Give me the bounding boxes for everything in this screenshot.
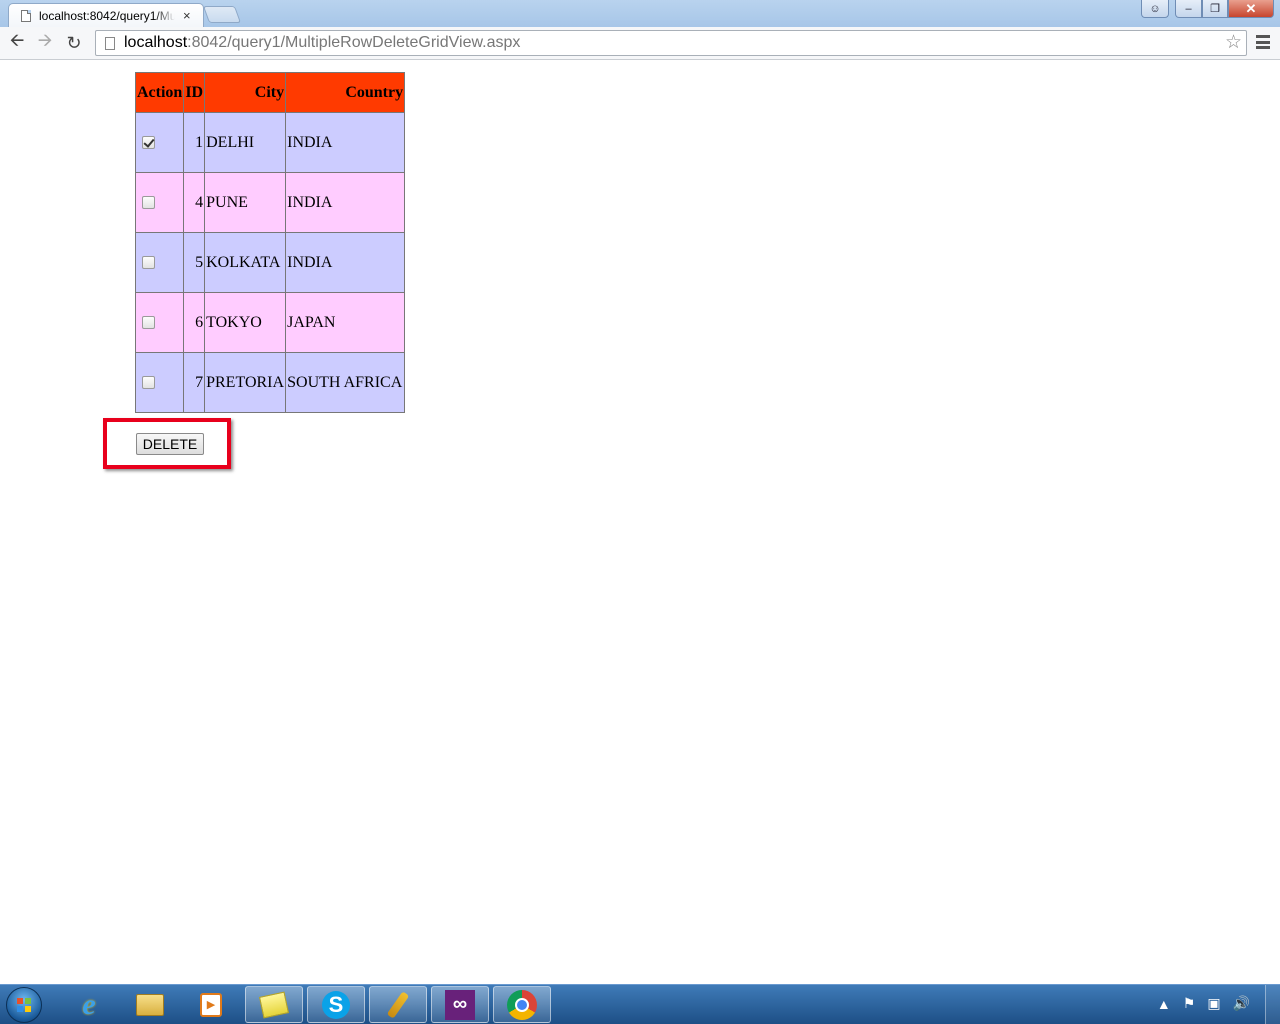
cleaner-broom-icon[interactable] <box>369 986 427 1023</box>
city-cell: KOLKATA <box>204 232 287 293</box>
window-controls: ☺ – ❐ ✕ <box>1141 0 1274 18</box>
windows-taskbar: e ▶ S ∞ ▲ ⚑ ▣ 🔊 <box>0 984 1280 1024</box>
country-cell: INDIA <box>285 112 406 173</box>
table-row: 4 PUNE INDIA <box>134 172 406 233</box>
city-cell: PUNE <box>204 172 287 233</box>
action-cell <box>134 292 185 353</box>
id-cell: 5 <box>183 232 206 293</box>
id-cell: 6 <box>183 292 206 353</box>
grid-header-row: Action ID City Country <box>134 72 406 113</box>
maximize-button[interactable]: ❐ <box>1202 0 1228 18</box>
city-cell: PRETORIA <box>204 352 287 413</box>
header-action: Action <box>134 72 185 113</box>
sticky-notes-icon[interactable] <box>245 986 303 1023</box>
id-cell: 1 <box>183 112 206 173</box>
chrome-icon[interactable] <box>493 986 551 1023</box>
skype-icon[interactable]: S <box>307 986 365 1023</box>
action-cell <box>134 352 185 413</box>
system-tray: ▲ ⚑ ▣ 🔊 <box>1145 995 1250 1012</box>
new-tab-button[interactable] <box>202 6 242 23</box>
action-cell <box>134 172 185 233</box>
url-host: localhost <box>124 34 188 51</box>
window-titlebar: localhost:8042/query1/MultipleRowDeleteG… <box>0 0 1280 27</box>
country-cell: JAPAN <box>285 292 406 353</box>
row-checkbox[interactable] <box>142 136 155 149</box>
id-cell: 7 <box>183 352 206 413</box>
show-hidden-icons-icon[interactable]: ▲ <box>1157 996 1171 1012</box>
forward-arrow-icon[interactable]: 🡪 <box>33 30 57 55</box>
tab-close-icon[interactable]: × <box>183 8 191 23</box>
close-window-button[interactable]: ✕ <box>1228 0 1274 18</box>
row-checkbox[interactable] <box>142 376 155 389</box>
show-desktop-button[interactable] <box>1265 985 1280 1024</box>
address-bar[interactable]: localhost:8042/query1/MultipleRowDeleteG… <box>95 30 1247 56</box>
minimize-button[interactable]: – <box>1175 0 1202 18</box>
city-cell: TOKYO <box>204 292 287 353</box>
skype-letter: S <box>322 990 350 1019</box>
table-row: 5 KOLKATA INDIA <box>134 232 406 293</box>
network-icon[interactable]: ▣ <box>1207 995 1220 1012</box>
visual-studio-icon[interactable]: ∞ <box>431 986 489 1023</box>
url-path: :8042/query1/MultipleRowDeleteGridView.a… <box>187 34 521 51</box>
volume-icon[interactable]: 🔊 <box>1233 995 1250 1012</box>
tab-title: localhost:8042/query1/MultipleRowDeleteG… <box>39 8 175 23</box>
media-player-icon[interactable]: ▶ <box>182 986 240 1023</box>
back-arrow-icon[interactable]: 🡨 <box>5 30 29 55</box>
page-icon <box>105 36 115 50</box>
menu-icon[interactable] <box>1256 34 1270 50</box>
id-cell: 4 <box>183 172 206 233</box>
action-cell <box>134 112 185 173</box>
windows-start-icon[interactable] <box>6 987 42 1023</box>
header-country: Country <box>285 72 406 113</box>
browser-toolbar: 🡨 🡪 ↻ localhost:8042/query1/MultipleRowD… <box>0 27 1280 60</box>
header-city: City <box>204 72 287 113</box>
row-checkbox[interactable] <box>142 316 155 329</box>
table-row: 7 PRETORIA SOUTH AFRICA <box>134 352 406 413</box>
header-id: ID <box>183 72 206 113</box>
reload-icon[interactable]: ↻ <box>62 31 86 55</box>
city-cell: DELHI <box>204 112 287 173</box>
file-explorer-icon[interactable] <box>121 986 179 1023</box>
action-center-flag-icon[interactable]: ⚑ <box>1183 995 1196 1012</box>
internet-explorer-icon[interactable]: e <box>60 986 118 1023</box>
delete-button[interactable]: DELETE <box>136 433 204 455</box>
page-icon <box>21 9 31 22</box>
browser-tab[interactable]: localhost:8042/query1/MultipleRowDeleteG… <box>8 3 204 27</box>
user-profile-icon[interactable]: ☺ <box>1141 0 1169 18</box>
table-row: 6 TOKYO JAPAN <box>134 292 406 353</box>
table-row: 1 DELHI INDIA <box>134 112 406 173</box>
country-cell: SOUTH AFRICA <box>285 352 406 413</box>
row-checkbox[interactable] <box>142 196 155 209</box>
action-cell <box>134 232 185 293</box>
row-checkbox[interactable] <box>142 256 155 269</box>
country-cell: INDIA <box>285 172 406 233</box>
bookmark-star-icon[interactable]: ☆ <box>1225 31 1242 55</box>
country-cell: INDIA <box>285 232 406 293</box>
city-grid: Action ID City Country 1 DELHI INDIA 4 P… <box>134 72 406 413</box>
